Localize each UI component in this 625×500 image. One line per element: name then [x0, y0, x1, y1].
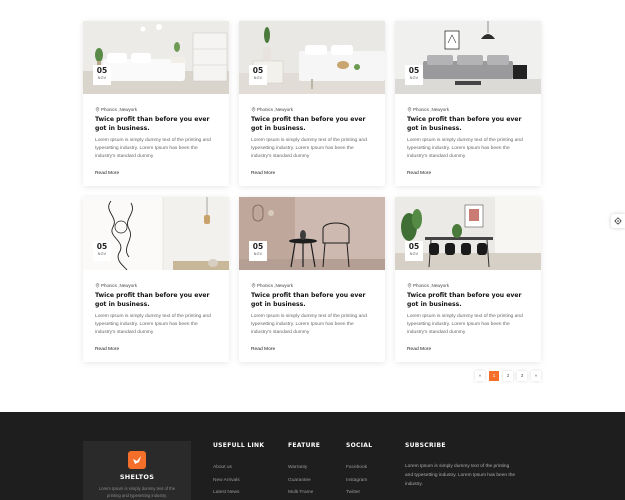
- date-badge: 05 NOV: [93, 241, 111, 261]
- pagination-page-2[interactable]: 2: [503, 371, 513, 381]
- post-excerpt: Lorem Ipsum is simply dummy text of the …: [95, 313, 211, 335]
- brand-logo-icon[interactable]: [128, 451, 146, 469]
- date-month: NOV: [253, 252, 263, 256]
- date-month: NOV: [253, 76, 263, 80]
- blog-card[interactable]: 05 NOV Phonics ,Newyork Twice profit tha…: [239, 21, 385, 186]
- date-day: 05: [252, 66, 264, 75]
- feature-heading: FEATURE: [288, 442, 321, 449]
- footer-link[interactable]: Twitter: [346, 487, 372, 500]
- blog-image[interactable]: 05 NOV: [395, 21, 541, 94]
- date-day: 05: [252, 242, 264, 251]
- date-badge: 05 NOV: [93, 65, 111, 85]
- post-excerpt: Lorem Ipsum is simply dummy text of the …: [95, 137, 211, 159]
- footer-brand: SHELTOS Lorem Ipsum is simply dummy text…: [83, 441, 191, 500]
- post-location: Phonics ,Newyork: [95, 106, 217, 112]
- location-text: Phonics ,Newyork: [413, 106, 450, 112]
- read-more-link[interactable]: Read More: [95, 171, 119, 176]
- date-day: 05: [408, 242, 420, 251]
- post-title[interactable]: Twice profit than before you ever got in…: [407, 115, 529, 134]
- date-badge: 05 NOV: [405, 65, 423, 85]
- pagination: « 1 2 3 »: [475, 371, 545, 381]
- blog-card[interactable]: 05 NOV Phonics ,Newyork Twice profit tha…: [83, 197, 229, 362]
- footer-link[interactable]: About us: [213, 462, 264, 475]
- read-more-link[interactable]: Read More: [407, 171, 431, 176]
- location-pin-icon: [407, 282, 412, 288]
- date-badge: 05 NOV: [249, 241, 267, 261]
- pagination-prev-button[interactable]: «: [475, 371, 485, 381]
- date-month: NOV: [97, 252, 107, 256]
- blog-image[interactable]: 05 NOV: [239, 197, 385, 270]
- gear-icon: [614, 217, 622, 225]
- blog-section: 05 NOV Phonics ,Newyork Twice profit tha…: [0, 0, 625, 412]
- blog-card[interactable]: 05 NOV Phonics ,Newyork Twice profit tha…: [395, 197, 541, 362]
- read-more-link[interactable]: Read More: [251, 347, 275, 352]
- pagination-page-1[interactable]: 1: [489, 371, 499, 381]
- useful-links-heading: USEFULL LINK: [213, 442, 265, 449]
- post-location: Phonics ,Newyork: [407, 282, 529, 288]
- location-pin-icon: [251, 106, 256, 112]
- footer-link[interactable]: Latest News: [213, 487, 264, 500]
- post-title[interactable]: Twice profit than before you ever got in…: [95, 291, 217, 310]
- date-day: 05: [96, 66, 108, 75]
- pagination-next-button[interactable]: »: [531, 371, 541, 381]
- blog-image[interactable]: 05 NOV: [239, 21, 385, 94]
- location-pin-icon: [95, 282, 100, 288]
- brand-description: Lorem Ipsum is simply dummy text of the …: [98, 486, 176, 498]
- footer-link[interactable]: Facebook: [346, 462, 372, 475]
- post-location: Phonics ,Newyork: [251, 282, 373, 288]
- footer-link[interactable]: Warranty: [288, 462, 320, 475]
- location-text: Phonics ,Newyork: [257, 282, 294, 288]
- date-badge: 05 NOV: [405, 241, 423, 261]
- read-more-link[interactable]: Read More: [407, 347, 431, 352]
- date-month: NOV: [97, 76, 107, 80]
- blog-image[interactable]: 05 NOV: [83, 197, 229, 270]
- post-location: Phonics ,Newyork: [407, 106, 529, 112]
- social-heading: SOCIAL: [346, 442, 373, 449]
- footer-link[interactable]: Guarantee: [288, 475, 320, 488]
- post-title[interactable]: Twice profit than before you ever got in…: [251, 291, 373, 310]
- location-pin-icon: [95, 106, 100, 112]
- post-title[interactable]: Twice profit than before you ever got in…: [95, 115, 217, 134]
- site-footer: SHELTOS Lorem Ipsum is simply dummy text…: [0, 412, 625, 500]
- location-text: Phonics ,Newyork: [101, 282, 138, 288]
- post-location: Phonics ,Newyork: [251, 106, 373, 112]
- footer-useful-links: USEFULL LINK About us New Arrivals Lates…: [213, 442, 264, 500]
- post-title[interactable]: Twice profit than before you ever got in…: [407, 291, 529, 310]
- post-excerpt: Lorem Ipsum is simply dummy text of the …: [407, 313, 523, 335]
- date-day: 05: [408, 66, 420, 75]
- footer-link[interactable]: Instagram: [346, 475, 372, 488]
- date-month: NOV: [409, 76, 419, 80]
- pagination-page-3[interactable]: 3: [517, 371, 527, 381]
- post-excerpt: Lorem Ipsum is simply dummy text of the …: [407, 137, 523, 159]
- footer-subscribe: SUBSCRIBE Lorem Ipsum is simply dummy te…: [405, 442, 517, 489]
- brand-name: SHELTOS: [119, 473, 155, 481]
- location-text: Phonics ,Newyork: [257, 106, 294, 112]
- post-title[interactable]: Twice profit than before you ever got in…: [251, 115, 373, 134]
- date-badge: 05 NOV: [249, 65, 267, 85]
- location-pin-icon: [251, 282, 256, 288]
- date-day: 05: [96, 242, 108, 251]
- subscribe-heading: SUBSCRIBE: [405, 442, 446, 449]
- blog-card[interactable]: 05 NOV Phonics ,Newyork Twice profit tha…: [395, 21, 541, 186]
- blog-card[interactable]: 05 NOV Phonics ,Newyork Twice profit tha…: [83, 21, 229, 186]
- footer-social: SOCIAL Facebook Instagram Twitter: [346, 442, 372, 500]
- post-excerpt: Lorem Ipsum is simply dummy text of the …: [251, 313, 367, 335]
- date-month: NOV: [409, 252, 419, 256]
- post-excerpt: Lorem Ipsum is simply dummy text of the …: [251, 137, 367, 159]
- footer-feature: FEATURE Warranty Guarantee Multi Frame: [288, 442, 320, 500]
- bird-logo-icon: [133, 456, 141, 464]
- post-location: Phonics ,Newyork: [95, 282, 217, 288]
- blog-image[interactable]: 05 NOV: [395, 197, 541, 270]
- location-text: Phonics ,Newyork: [101, 106, 138, 112]
- settings-toggle-button[interactable]: [611, 214, 625, 228]
- blog-image[interactable]: 05 NOV: [83, 21, 229, 94]
- location-pin-icon: [407, 106, 412, 112]
- footer-link[interactable]: Multi Frame: [288, 487, 320, 500]
- subscribe-text: Lorem Ipsum is simply dummy text of the …: [405, 464, 516, 487]
- footer-link[interactable]: New Arrivals: [213, 475, 264, 488]
- read-more-link[interactable]: Read More: [95, 347, 119, 352]
- location-text: Phonics ,Newyork: [413, 282, 450, 288]
- read-more-link[interactable]: Read More: [251, 171, 275, 176]
- blog-card[interactable]: 05 NOV Phonics ,Newyork Twice profit tha…: [239, 197, 385, 362]
